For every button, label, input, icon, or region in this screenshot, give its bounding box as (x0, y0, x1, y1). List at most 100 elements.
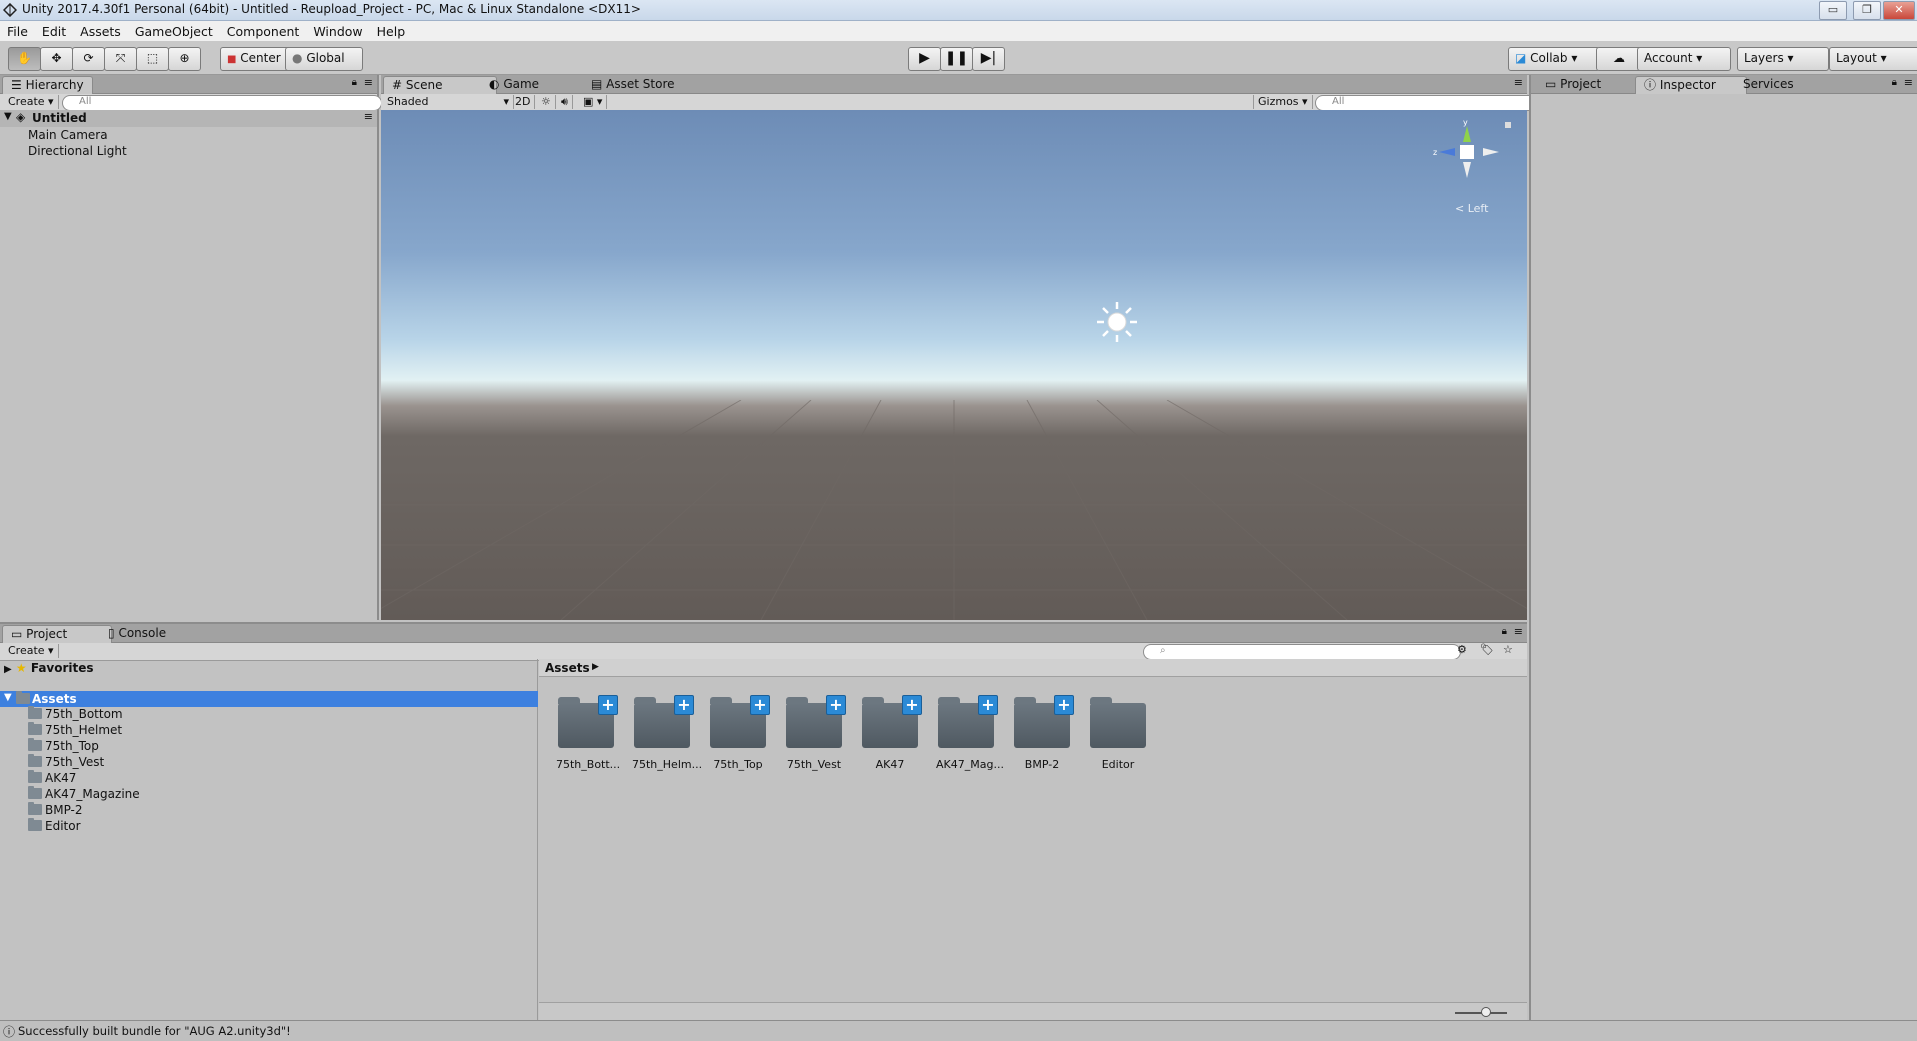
step-button[interactable]: ▶| (972, 47, 1005, 71)
tree-item-editor[interactable]: Editor (28, 818, 81, 833)
tab-scene[interactable]: # Scene (383, 76, 497, 94)
asset-folder-75th-helmet[interactable]: +75th_Helm... (632, 695, 702, 771)
cloud-button[interactable]: ☁ (1596, 47, 1642, 71)
tab-console[interactable]: ▯ Console (100, 625, 174, 642)
asset-folder-editor[interactable]: Editor (1088, 695, 1148, 771)
view-direction-label[interactable]: < Left (1455, 202, 1488, 215)
tree-item-75th-bottom[interactable]: 75th_Bottom (28, 706, 123, 721)
collab-dropdown[interactable]: ◪ Collab ▾ (1508, 47, 1600, 71)
pause-button[interactable]: ❚❚ (940, 47, 973, 71)
project-lock-icon[interactable]: 🔒︎ (1502, 626, 1507, 637)
folder-icon (28, 802, 42, 815)
audio-toggle[interactable]: 🔊︎ (557, 95, 573, 109)
pivot-icon: ■ (227, 54, 237, 65)
asset-folder-75th-top[interactable]: +75th_Top (708, 695, 770, 771)
assets-root-row[interactable]: ▼ Assets (0, 691, 538, 707)
tab-inspector[interactable]: ⓘ Inspector (1635, 76, 1747, 94)
gizmo-lock-icon[interactable] (1505, 122, 1511, 128)
rect-tool-button[interactable]: ⬚ (136, 47, 169, 71)
directional-light-sun-icon[interactable] (1095, 300, 1139, 344)
move-tool-button[interactable]: ✥ (40, 47, 73, 71)
layers-dropdown[interactable]: Layers ▾ (1737, 47, 1829, 71)
scene-search-input[interactable]: All (1315, 95, 1539, 111)
slider-thumb[interactable] (1481, 1007, 1491, 1017)
breadcrumb-assets[interactable]: Assets (545, 661, 590, 675)
inspector-menu-icon[interactable]: ≡ (1904, 76, 1913, 89)
tree-item-bmp-2[interactable]: BMP-2 (28, 802, 83, 817)
menu-gameobject[interactable]: GameObject (128, 21, 220, 42)
menu-assets[interactable]: Assets (73, 21, 128, 42)
pause-icon: ❚❚ (944, 50, 969, 66)
tab-hierarchy[interactable]: ☰ Hierarchy (2, 76, 93, 94)
info-circle-icon: ⓘ (3, 1025, 16, 1039)
orientation-gizmo[interactable]: y z (1433, 118, 1513, 190)
inspector-lock-icon[interactable]: 🔒︎ (1892, 77, 1897, 88)
account-dropdown[interactable]: Account ▾ (1637, 47, 1731, 71)
scene-name: Untitled (32, 111, 87, 125)
lock-icon[interactable]: 🔒︎ (352, 77, 357, 88)
transform-icon: ⊕ (179, 51, 190, 65)
tree-item-75th-top[interactable]: 75th_Top (28, 738, 99, 753)
favorite-star-icon[interactable]: ☆ (1503, 643, 1513, 656)
filter-type-icon[interactable]: ⚙ (1457, 643, 1467, 656)
filter-label-icon[interactable]: 🏷︎ (1480, 643, 1494, 656)
scene-panel-menu-icon[interactable]: ≡ (1514, 76, 1523, 89)
menu-window[interactable]: Window (306, 21, 369, 42)
maximize-button[interactable]: ❐ (1853, 1, 1881, 20)
tab-game-label: Game (503, 77, 540, 91)
hierarchy-item-main-camera[interactable]: Main Camera (28, 128, 108, 142)
folder-icon: + (862, 695, 922, 748)
transform-tool-button[interactable]: ⊕ (168, 47, 201, 71)
folder-icon (28, 706, 42, 719)
close-button[interactable]: ✕ (1883, 1, 1915, 20)
folder-icon (1090, 697, 1146, 748)
menu-help[interactable]: Help (370, 21, 413, 42)
tab-project[interactable]: ▭ Project (2, 625, 112, 643)
minimize-button[interactable]: ▭ (1819, 1, 1847, 20)
scene-row[interactable]: ▼ ◈ Untitled ≡ (0, 110, 377, 127)
scene-menu-icon[interactable]: ≡ (364, 110, 373, 123)
asset-folder-ak47[interactable]: + AK47 (860, 695, 922, 771)
gizmos-dropdown[interactable]: Gizmos ▾ (1253, 95, 1313, 109)
layout-dropdown[interactable]: Layout ▾ (1829, 47, 1917, 71)
toggle-2d-button[interactable]: 2D (511, 95, 536, 109)
project-menu-icon[interactable]: ≡ (1514, 625, 1523, 638)
asset-folder-label: BMP-2 (1024, 758, 1060, 771)
rotate-tool-button[interactable]: ⟳ (72, 47, 105, 71)
asset-folder-bmp-2[interactable]: + BMP-2 (1012, 695, 1074, 771)
tree-item-label: 75th_Bottom (45, 707, 123, 721)
hierarchy-item-directional-light[interactable]: Directional Light (28, 144, 127, 158)
menu-file[interactable]: File (0, 21, 35, 42)
effects-dropdown[interactable]: ▣ ▾ (579, 95, 608, 109)
expand-arrow-icon[interactable]: ▼ (4, 111, 12, 122)
tab-game[interactable]: ◐ Game (481, 76, 547, 93)
asset-folder-75th-bottom[interactable]: +75th_Bott... (556, 695, 620, 771)
tree-item-ak47-magazine[interactable]: AK47_Magazine (28, 786, 140, 801)
folder-icon (28, 754, 42, 767)
tab-project-right[interactable]: ▭ Project (1537, 76, 1609, 93)
lighting-toggle[interactable]: ☼ (537, 95, 556, 109)
panel-menu-icon[interactable]: ≡ (364, 76, 373, 89)
status-message[interactable]: Successfully built bundle for "AUG A2.un… (18, 1024, 291, 1038)
scale-tool-button[interactable]: ⤧ (104, 47, 137, 71)
hierarchy-search-input[interactable]: All (62, 95, 382, 111)
tab-services[interactable]: Services (1735, 76, 1802, 93)
play-button[interactable]: ▶ (908, 47, 941, 71)
scene-viewport[interactable]: y z < Left (381, 110, 1527, 620)
hierarchy-create-button[interactable]: Create ▾ (4, 95, 59, 109)
menu-edit[interactable]: Edit (35, 21, 73, 42)
tree-item-75th-vest[interactable]: 75th_Vest (28, 754, 104, 769)
hand-tool-button[interactable]: ✋ (8, 47, 41, 71)
tab-project-label: Project (26, 627, 68, 641)
project-search-input[interactable]: ⌕ (1143, 644, 1461, 660)
shading-mode-dropdown[interactable]: Shaded ▾ (383, 95, 514, 109)
tree-item-75th-helmet[interactable]: 75th_Helmet (28, 722, 122, 737)
space-global-toggle[interactable]: ● Global (285, 47, 363, 71)
project-create-button[interactable]: Create ▾ (4, 644, 59, 658)
tab-asset-store[interactable]: ▤ Asset Store (583, 76, 683, 93)
menu-component[interactable]: Component (220, 21, 307, 42)
tree-item-ak47[interactable]: AK47 (28, 770, 76, 785)
asset-folder-75th-vest[interactable]: +75th_Vest (784, 695, 846, 771)
asset-folder-ak47-magazine[interactable]: + AK47_Mag... (936, 695, 1004, 771)
favorites-row[interactable]: ▶ ★ Favorites (4, 661, 94, 675)
